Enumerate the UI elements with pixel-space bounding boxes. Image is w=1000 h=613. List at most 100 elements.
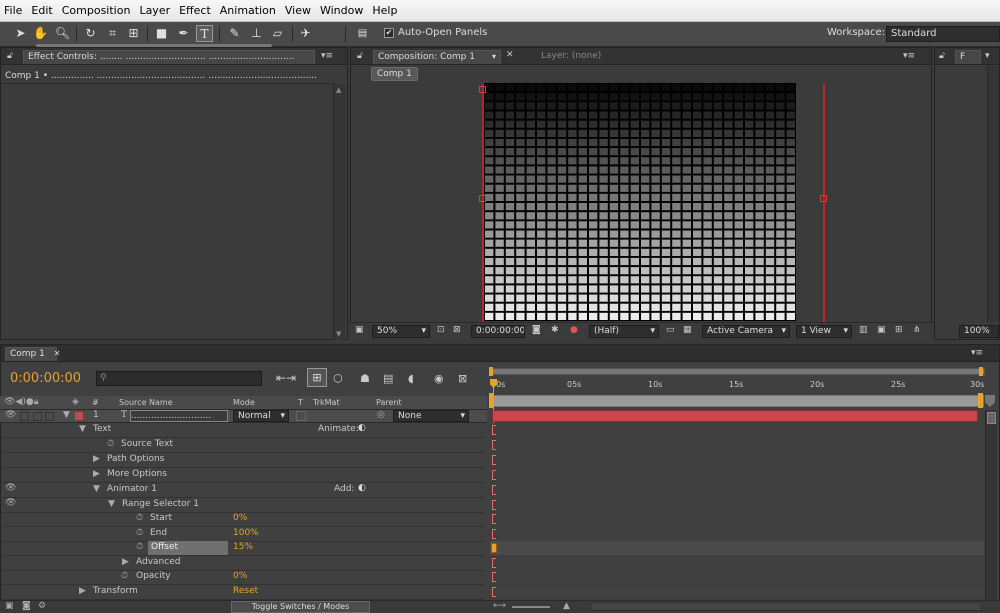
menu-help[interactable]: Help [372,4,397,17]
composition-tab-close-icon[interactable]: ✕ [506,50,514,60]
rotation-tool-icon[interactable]: ↻ [82,25,99,42]
panel-menu-icon[interactable]: ▾≡ [321,51,333,61]
menu-window[interactable]: Window [320,4,363,17]
motion-blur-icon[interactable]: ◖ [408,372,414,385]
graph-editor-icon[interactable]: ⊠ [458,372,467,385]
text-box-handle[interactable] [820,195,827,202]
workspace-dropdown[interactable]: Standard [886,26,1000,42]
layer-name-field[interactable]: ............................ [130,410,228,422]
pan-behind-tool-icon[interactable]: ⊞ [125,25,142,42]
twirl-closed-icon[interactable]: ▶ [93,469,100,479]
frame-blending-icon[interactable]: ▤ [383,372,393,385]
pixel-aspect-icon[interactable]: ▥ [859,325,868,335]
layer-twirl-icon[interactable]: ▼ [63,410,70,420]
twirl-closed-icon[interactable]: ▶ [79,586,86,596]
property-row[interactable]: ▼ Text Animate: ◐ [0,423,484,438]
av-features-icon[interactable]: 👁︎◀)●🔒︎ [4,397,39,407]
visibility-eye-icon[interactable]: 👁︎ [5,410,16,420]
source-name-header[interactable]: Source Name [119,398,173,407]
visibility-eye-icon[interactable]: 👁︎ [5,483,16,493]
menu-layer[interactable]: Layer [139,4,170,17]
camera-view-dropdown[interactable]: Active Camera ▾ [702,325,790,338]
animate-menu-icon[interactable]: ◐ [358,423,366,433]
timeline-scrollbar[interactable] [985,410,997,600]
property-row[interactable]: ▶ Advanced [0,556,484,571]
layer-row[interactable]: 👁︎ ▼ 1 T ............................ No… [0,410,487,423]
draft-3d-icon[interactable]: ⬡ [333,372,343,385]
twirl-open-icon[interactable]: ▼ [93,484,100,494]
timeline-comp-tab[interactable]: Comp 1 ✕ [5,347,60,361]
twirl-open-icon[interactable]: ▼ [79,424,86,434]
puppet-pin-tool-icon[interactable]: ✈ [297,25,314,42]
view-layout-dropdown[interactable]: 1 View ▾ [796,325,852,338]
label-icon[interactable]: ◈ [72,397,79,407]
property-row[interactable]: 👁︎ ▼ Animator 1 Add: ◐ [0,483,484,498]
keyframe-icon[interactable] [491,543,497,553]
layer-tab[interactable]: Layer: (none) [541,51,601,61]
magnification-dropdown[interactable]: 50% ▾ [372,325,430,338]
work-area-start-handle[interactable] [489,393,494,408]
time-navigator[interactable] [491,368,985,375]
flowchart-icon[interactable]: ⋔ [913,325,921,335]
resolution-dropdown[interactable]: (Half) ▾ [589,325,659,338]
timeline-panel-menu-icon[interactable]: ▾≡ [971,348,983,358]
visibility-eye-icon[interactable]: 👁︎ [5,498,16,508]
viewer-lock-icon[interactable]: 🔓︎ [357,51,363,61]
right-zoom-dropdown[interactable]: 100% [959,325,999,338]
twirl-closed-icon[interactable]: ▶ [122,557,129,567]
property-row[interactable]: ▶ Path Options [0,453,484,468]
property-row[interactable]: 👁︎ ▼ Range Selector 1 [0,498,484,513]
parent-header[interactable]: Parent [376,398,402,407]
fast-previews-icon[interactable]: ▣ [877,325,886,335]
snapshot-icon[interactable]: ◙ [532,325,541,335]
composition-tab[interactable]: Composition: Comp 1 ▾ [373,50,501,64]
stopwatch-icon[interactable]: ⏱︎ [107,439,114,449]
camera-tool-icon[interactable]: ⌗ [104,25,121,42]
zoom-in-icon[interactable]: ▲ [563,601,570,611]
lock-icon[interactable]: 🔓︎ [7,51,13,61]
text-box-handle[interactable] [479,86,486,93]
parent-pickwhip-icon[interactable]: ◎ [377,410,385,420]
live-update-icon[interactable]: ⊞ [307,368,327,387]
property-value[interactable]: 0% [233,571,247,581]
menu-file[interactable]: File [4,4,22,17]
zoom-tool-icon[interactable]: 🔍︎ [54,25,71,42]
work-area-bar[interactable] [490,395,984,407]
menu-edit[interactable]: Edit [31,4,52,17]
effect-controls-tab[interactable]: Effect Controls: ........ ..............… [23,50,315,64]
mode-header[interactable]: Mode [233,398,255,407]
timeline-search-input[interactable]: ⚲ [96,371,262,386]
property-value[interactable]: 100% [233,528,259,538]
property-value[interactable]: 0% [233,513,247,523]
composition-canvas[interactable] [484,83,796,321]
property-row-selected[interactable]: ⏱︎ Offset 15% [0,541,484,556]
parent-dropdown[interactable]: None ▾ [393,410,469,422]
menu-effect[interactable]: Effect [179,4,211,17]
pen-tool-icon[interactable]: ✒ [175,25,192,42]
comp-mini-flowchart-icon[interactable]: ⇤⇥ [276,371,296,385]
transparency-grid-icon[interactable]: ▦ [683,325,692,335]
blend-mode-dropdown[interactable]: Normal ▾ [233,410,289,422]
toggle-switches-modes-button[interactable]: Toggle Switches / Modes [231,601,370,613]
property-row[interactable]: ▶ More Options [0,468,484,483]
timeline-horizontal-scrollbar[interactable] [590,602,982,611]
selection-tool-icon[interactable]: ➤ [12,25,29,42]
property-row[interactable]: ⏱︎ Opacity 0% [0,570,484,585]
twirl-open-icon[interactable]: ▼ [108,499,115,509]
layer-duration-bar[interactable] [492,410,978,422]
stopwatch-icon[interactable]: ⏱︎ [136,513,143,523]
menu-composition[interactable]: Composition [62,4,131,17]
property-row[interactable]: ⏱︎ End 100% [0,527,484,542]
current-time-display[interactable]: 0:00:00:00 [10,371,81,386]
auto-open-panels-checkbox[interactable]: ✔ [384,28,394,38]
type-tool-icon[interactable]: T [196,25,213,42]
stopwatch-icon[interactable]: ⏱︎ [136,542,143,552]
stopwatch-icon[interactable]: ⏱︎ [136,528,143,538]
eraser-tool-icon[interactable]: ▱ [269,25,286,42]
show-snapshot-icon[interactable]: ✱ [551,325,559,335]
property-value[interactable]: 15% [233,542,253,552]
effect-controls-scrollbar[interactable]: ▲ ▼ [333,84,345,340]
info-panel-menu-icon[interactable]: ▾ [985,51,990,61]
hand-tool-icon[interactable]: ✋ [32,25,49,42]
brainstorm-icon[interactable]: ◉ [434,372,444,385]
